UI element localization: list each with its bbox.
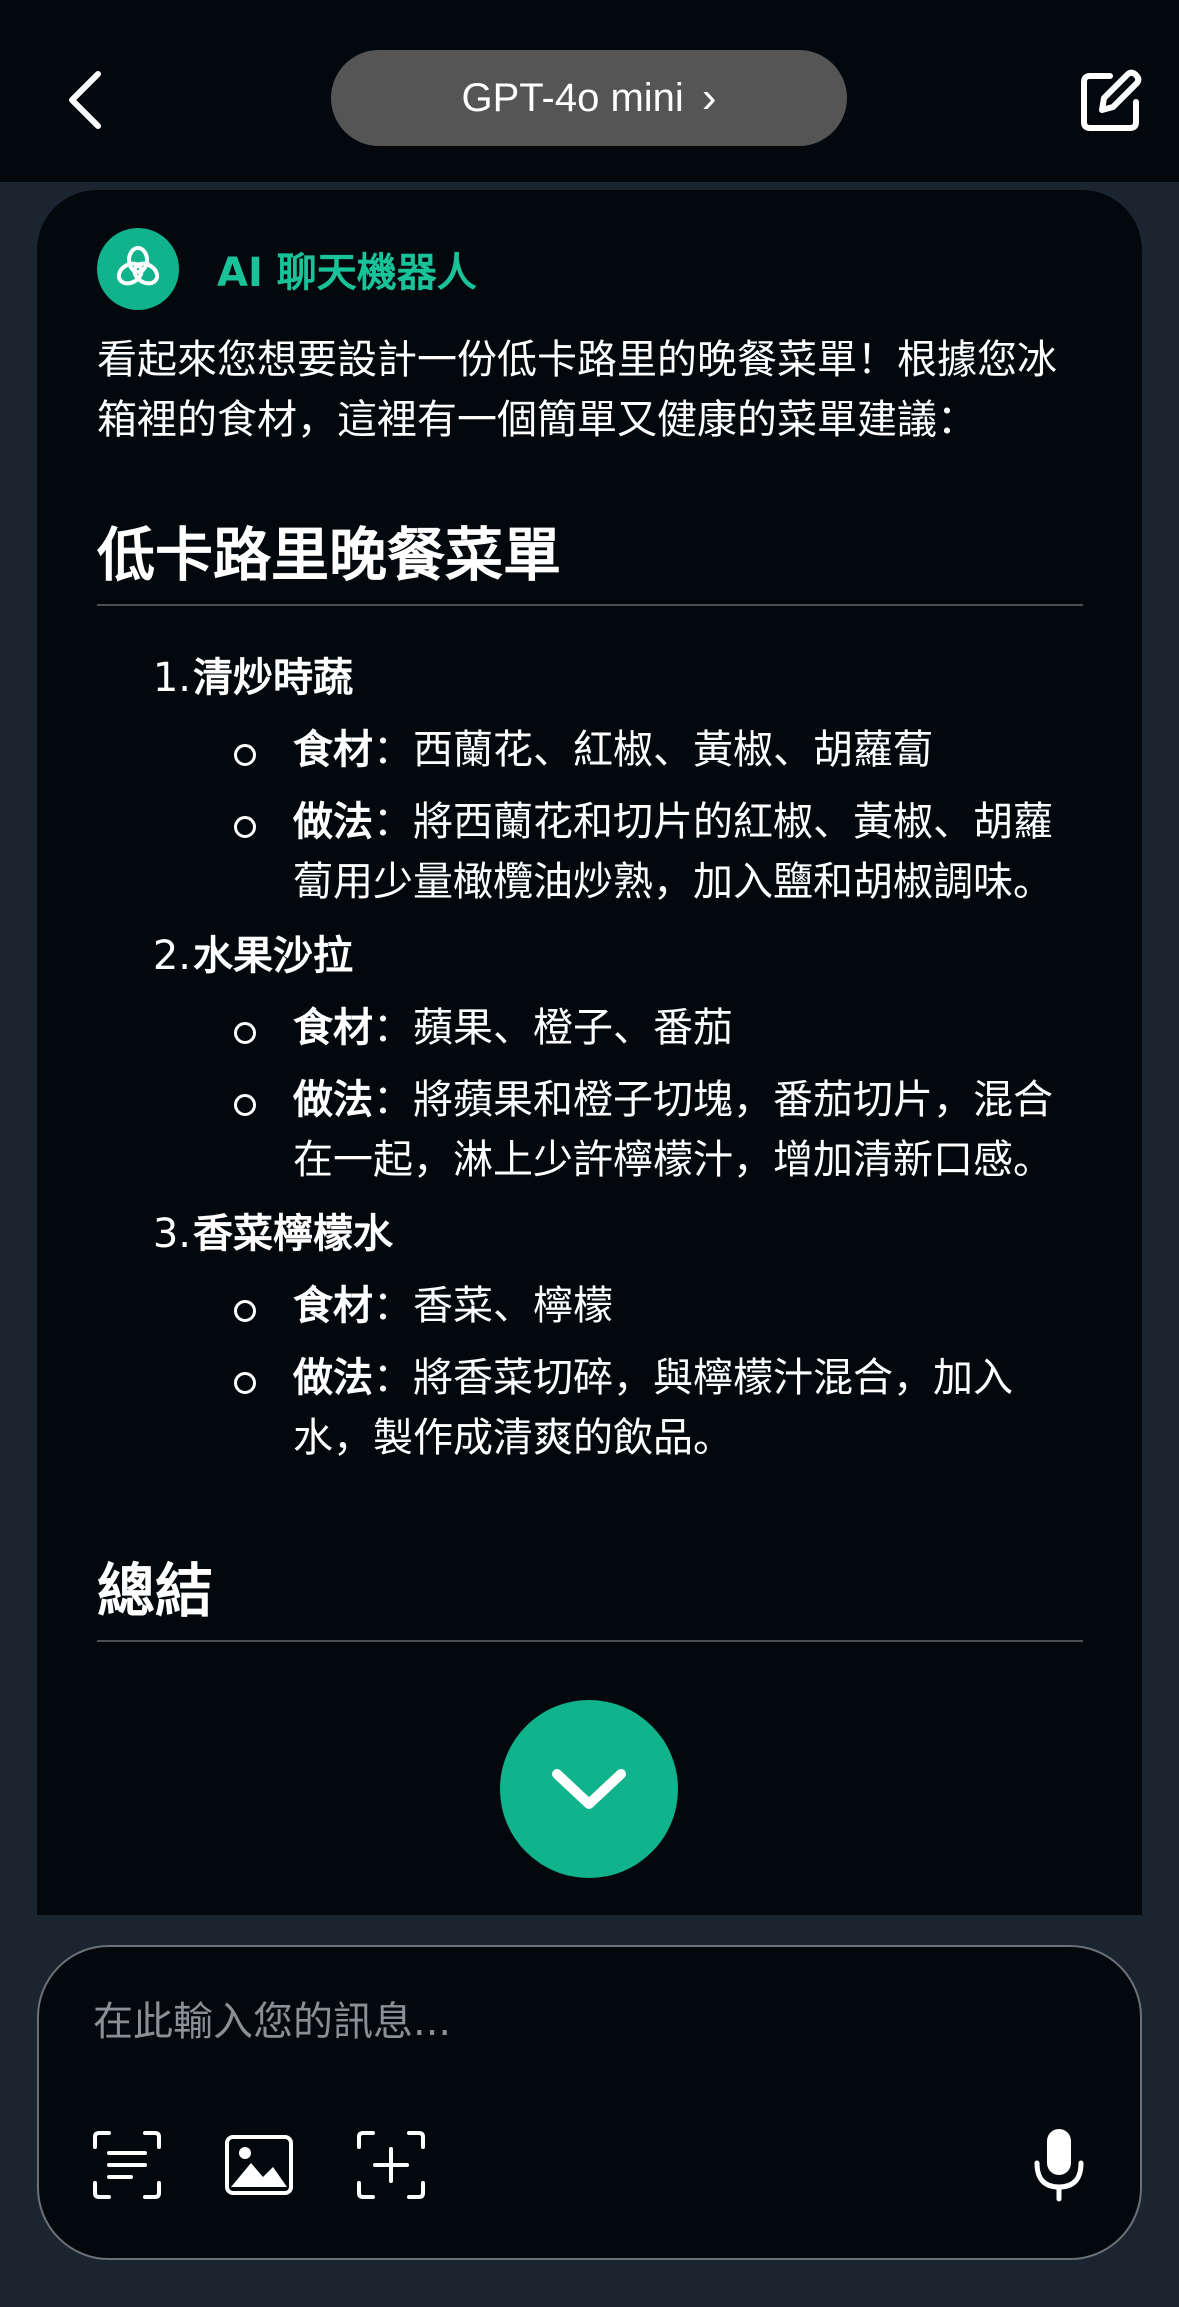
list-item: 3. 香菜檸檬水 食材：香菜、檸檬 做法：將香菜切碎，與檸檬汁混合，加入水，製作… [97,1204,1083,1468]
voice-input-button[interactable] [1019,2125,1099,2205]
ingredients-label: 食材 [293,727,373,773]
add-image-button[interactable] [219,2125,299,2205]
list-item: 1. 清炒時蔬 食材：西蘭花、紅椒、黃椒、胡蘿蔔 做法：將西蘭花和切片的紅椒、黃… [97,648,1083,912]
ingredients-text: ：西蘭花、紅椒、黃椒、胡蘿蔔 [373,727,933,773]
item-number: 1. [152,655,191,701]
method-line: 做法：將西蘭花和切片的紅椒、黃椒、胡蘿蔔用少量橄欖油炒熟，加入鹽和胡椒調味。 [97,792,1083,912]
edit-icon [1081,69,1142,131]
model-selector-button[interactable]: GPT-4o mini › [331,50,847,146]
message-intro: 看起來您想要設計一份低卡路里的晚餐菜單！根據您冰箱裡的食材，這裡有一個簡單又健康… [97,337,1057,443]
method-label: 做法 [293,1077,373,1123]
bot-header: AI 聊天機器人 [97,228,477,310]
microphone-icon [1034,2129,1084,2202]
model-name: GPT-4o mini [461,75,684,120]
scroll-down-button[interactable] [500,1700,678,1878]
method-line: 做法：將蘋果和橙子切塊，番茄切片，混合在一起，淋上少許檸檬汁，增加清新口感。 [97,1070,1083,1190]
ingredients-line: 食材：西蘭花、紅椒、黃椒、胡蘿蔔 [97,720,1083,780]
ingredients-text: ：香菜、檸檬 [373,1283,613,1329]
method-text: ：將西蘭花和切片的紅椒、黃椒、胡蘿蔔用少量橄欖油炒熟，加入鹽和胡椒調味。 [293,799,1053,905]
scan-text-icon [93,2131,161,2199]
chevron-down-icon [552,1769,626,1809]
item-number: 2. [152,933,191,979]
ingredients-line: 食材：蘋果、橙子、番茄 [97,998,1083,1058]
bot-name: AI 聊天機器人 [217,250,477,296]
item-number: 3. [152,1211,191,1257]
item-title: 水果沙拉 [193,933,353,979]
new-chat-button[interactable] [1070,62,1150,142]
method-label: 做法 [293,1355,373,1401]
message-composer [37,1945,1142,2260]
item-title: 香菜檸檬水 [193,1211,393,1257]
ingredients-line: 食材：香菜、檸檬 [97,1276,1083,1336]
scan-text-button[interactable] [87,2125,167,2205]
method-line: 做法：將香菜切碎，與檸檬汁混合，加入水，製作成清爽的飲品。 [97,1348,1083,1468]
ingredients-text: ：蘋果、橙子、番茄 [373,1005,733,1051]
add-frame-icon [357,2131,425,2199]
assistant-message-card: AI 聊天機器人 看起來您想要設計一份低卡路里的晚餐菜單！根據您冰箱裡的食材，這… [37,190,1142,1915]
summary-heading: 總結 [97,1556,1083,1642]
top-bar: GPT-4o mini › [0,0,1179,182]
message-input[interactable] [91,1987,1091,2057]
menu-list: 1. 清炒時蔬 食材：西蘭花、紅椒、黃椒、胡蘿蔔 做法：將西蘭花和切片的紅椒、黃… [97,648,1083,1468]
ingredients-label: 食材 [293,1005,373,1051]
item-title: 清炒時蔬 [193,655,353,701]
list-item: 2. 水果沙拉 食材：蘋果、橙子、番茄 做法：將蘋果和橙子切塊，番茄切片，混合在… [97,926,1083,1190]
add-attachment-button[interactable] [351,2125,431,2205]
image-icon [225,2135,293,2195]
back-button[interactable] [52,62,116,138]
method-text: ：將香菜切碎，與檸檬汁混合，加入水，製作成清爽的飲品。 [293,1355,1013,1461]
openai-logo-icon [116,246,160,286]
chevron-right-icon: › [701,73,717,122]
bot-avatar [97,228,179,310]
menu-heading: 低卡路里晚餐菜單 [97,520,1083,606]
back-arrow-icon [69,71,101,129]
method-text: ：將蘋果和橙子切塊，番茄切片，混合在一起，淋上少許檸檬汁，增加清新口感。 [293,1077,1053,1183]
ingredients-label: 食材 [293,1283,373,1329]
message-content: 看起來您想要設計一份低卡路里的晚餐菜單！根據您冰箱裡的食材，這裡有一個簡單又健康… [97,330,1083,1642]
method-label: 做法 [293,799,373,845]
